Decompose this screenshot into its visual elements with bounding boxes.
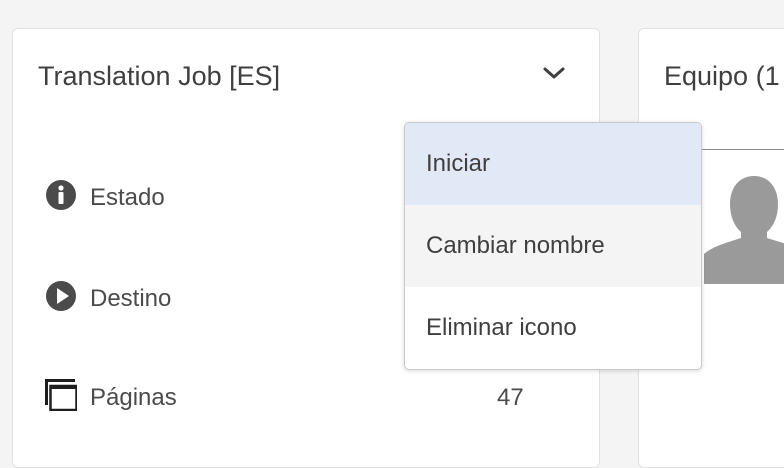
chevron-down-icon[interactable] [541, 65, 567, 81]
destination-label: Destino [90, 285, 172, 312]
actions-dropdown-menu: Iniciar Cambiar nombre Eliminar icono [404, 122, 702, 370]
menu-item-rename[interactable]: Cambiar nombre [405, 205, 701, 287]
play-icon [46, 281, 76, 311]
pages-row: Páginas 47 [45, 377, 545, 417]
pages-icon [45, 379, 77, 411]
user-silhouette-icon[interactable] [699, 174, 784, 284]
card-title: Translation Job [ES] [38, 61, 281, 91]
info-icon [46, 180, 76, 210]
menu-item-start[interactable]: Iniciar [405, 123, 701, 205]
pages-label: Páginas [90, 384, 177, 411]
divider [701, 149, 784, 150]
team-card-title: Equipo (1 [664, 61, 780, 91]
pages-count: 47 [497, 384, 524, 411]
status-label: Estado [90, 184, 165, 211]
menu-item-remove-icon[interactable]: Eliminar icono [405, 287, 701, 369]
